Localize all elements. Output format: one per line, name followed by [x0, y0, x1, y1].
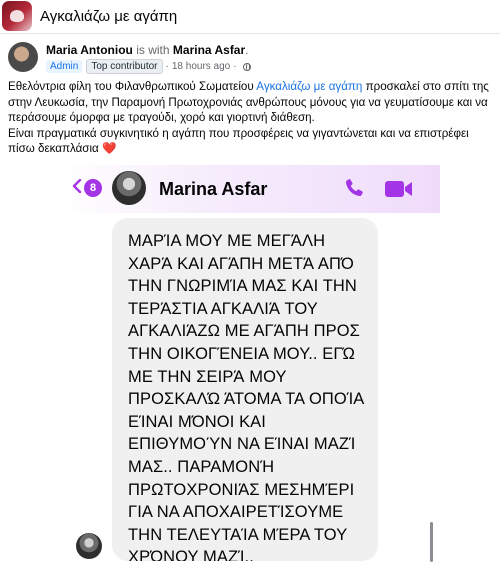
admin-badge[interactable]: Admin [46, 60, 83, 73]
sender-avatar[interactable] [76, 533, 102, 559]
post-paragraph-1: Εθελόντρια φίλη του Φιλανθρωπικού Σωματε… [8, 79, 492, 126]
message-text: ΜΑΡΊΑ ΜΟΥ ΜΕ ΜΕΓΆΛΗ ΧΑΡΆ ΚΑΙ ΑΓΆΠΗ ΜΕΤΆ … [128, 232, 365, 561]
post-text-part-1: Εθελόντρια φίλη του Φιλανθρωπικού Σωματε… [8, 80, 257, 93]
meta-separator: · [165, 61, 169, 72]
post-meta: Admin Top contributor · 18 hours ago · [46, 59, 251, 74]
phone-icon[interactable] [343, 177, 365, 199]
post-timestamp[interactable]: 18 hours ago [172, 61, 230, 72]
author-name[interactable]: Maria Antoniou [46, 43, 133, 57]
contact-avatar[interactable] [112, 171, 146, 205]
unread-count-badge: 8 [84, 179, 102, 197]
author-avatar[interactable] [8, 42, 38, 72]
message-bubble[interactable]: ΜΑΡΊΑ ΜΟΥ ΜΕ ΜΕΓΆΛΗ ΧΑΡΆ ΚΑΙ ΑΓΆΠΗ ΜΕΤΆ … [112, 218, 378, 561]
scrollbar[interactable] [430, 522, 433, 562]
top-contributor-badge[interactable]: Top contributor [86, 59, 163, 74]
post-text: Εθελόντρια φίλη του Φιλανθρωπικού Σωματε… [8, 79, 492, 157]
tagged-suffix: . [245, 43, 249, 57]
group-link[interactable]: Αγκαλιάζω με αγάπη [256, 80, 362, 93]
meta-separator-2: · [233, 61, 237, 72]
globe-icon [242, 62, 251, 71]
contact-name[interactable]: Marina Asfar [159, 179, 267, 200]
post-paragraph-2: Είναι πραγματικά συγκινητικό η αγάπη που… [8, 126, 492, 157]
post-photo[interactable]: 8 Marina Asfar ΜΑΡΊΑ ΜΟΥ ΜΕ ΜΕΓΆΛΗ ΧΑΡΆ … [0, 165, 500, 562]
tagged-name[interactable]: Marina Asfar [173, 43, 245, 57]
group-header: Αγκαλιάζω με αγάπη [0, 0, 500, 34]
heart-icon: ❤️ [101, 142, 117, 155]
video-camera-icon[interactable] [384, 179, 414, 199]
post-author-line: Maria Antoniou is with Marina Asfar. [46, 43, 249, 57]
post-text-para-2: Είναι πραγματικά συγκινητικό η αγάπη που… [8, 126, 469, 156]
group-avatar[interactable] [2, 1, 32, 31]
group-name[interactable]: Αγκαλιάζω με αγάπη [40, 8, 177, 25]
is-with-text: is with [132, 43, 173, 57]
back-chevron-icon[interactable] [72, 179, 82, 193]
